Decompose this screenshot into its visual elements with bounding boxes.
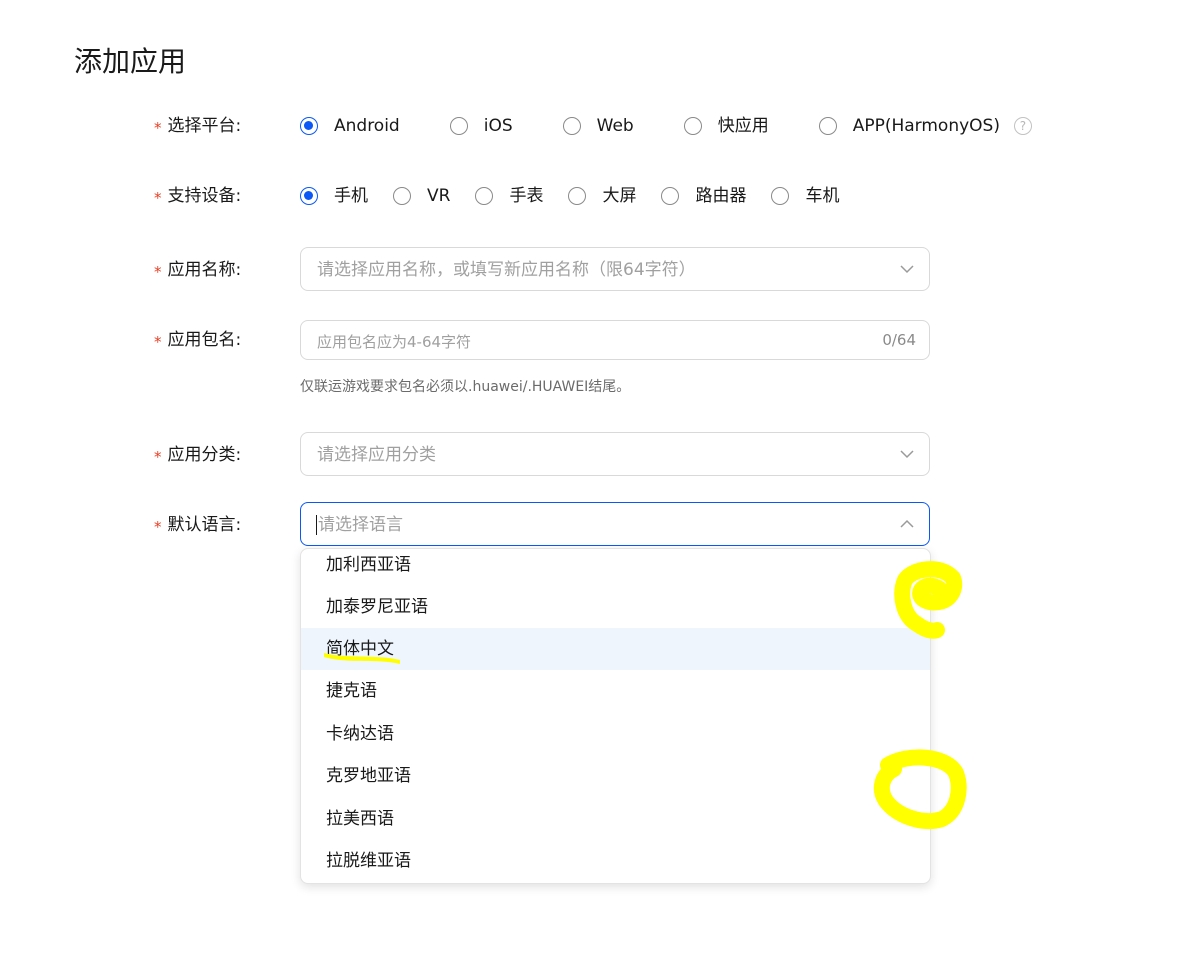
device-option-router[interactable]: 路由器: [661, 184, 746, 208]
language-option[interactable]: 拉美西语: [301, 798, 930, 840]
device-option-bigscreen[interactable]: 大屏: [568, 184, 636, 208]
platform-option-android[interactable]: Android: [300, 114, 400, 138]
device-option-label: 手表: [509, 186, 544, 206]
device-option-car[interactable]: 车机: [771, 184, 839, 208]
device-option-label: 车机: [805, 186, 840, 206]
language-option[interactable]: 加泰罗尼亚语: [301, 586, 930, 628]
package-name-label-text: 应用包名:: [167, 330, 242, 350]
device-option-vr[interactable]: VR: [393, 184, 450, 208]
radio-button[interactable]: [661, 187, 680, 205]
device-option-label: 手机: [334, 186, 368, 206]
app-name-label-text: 应用名称:: [167, 260, 242, 280]
device-label: * 支持设备:: [154, 184, 274, 208]
chevron-up-icon: [900, 519, 914, 528]
language-option[interactable]: 卡纳达语: [301, 713, 930, 755]
language-option[interactable]: 拉脱维亚语: [301, 840, 930, 882]
app-name-placeholder: 请选择应用名称，或填写新应用名称（限64字符）: [317, 260, 696, 280]
language-dropdown[interactable]: 加利西亚语 加泰罗尼亚语 简体中文 捷克语 卡纳达语 克罗地亚语 拉美西语 拉脱…: [300, 548, 931, 884]
platform-label: * 选择平台:: [154, 114, 274, 138]
radio-button[interactable]: [771, 187, 790, 205]
device-option-label: 路由器: [695, 186, 747, 206]
language-select[interactable]: 请选择语言: [300, 502, 930, 546]
platform-option-quickapp[interactable]: 快应用: [683, 114, 769, 138]
app-name-label: * 应用名称:: [154, 258, 274, 282]
radio-button-checked[interactable]: [300, 117, 318, 135]
radio-button[interactable]: [562, 117, 581, 135]
required-mark: *: [154, 119, 162, 137]
highlighter-circle-mark: [873, 749, 967, 829]
required-mark: *: [154, 448, 162, 466]
device-label-text: 支持设备:: [167, 186, 242, 206]
chevron-down-icon: [900, 265, 914, 274]
category-label: * 应用分类:: [154, 443, 274, 467]
device-option-label: VR: [427, 186, 451, 206]
platform-option-label: Web: [596, 116, 634, 136]
radio-button-checked[interactable]: [300, 187, 318, 205]
platform-option-harmonyos[interactable]: APP(HarmonyOS): [818, 114, 1000, 138]
platform-option-label: iOS: [483, 116, 513, 136]
char-counter: 0/64: [882, 331, 916, 349]
required-mark: *: [154, 189, 162, 207]
device-option-label: 大屏: [602, 186, 637, 206]
app-name-select[interactable]: 请选择应用名称，或填写新应用名称（限64字符）: [300, 247, 930, 291]
language-option[interactable]: 捷克语: [301, 670, 930, 712]
package-name-input[interactable]: 应用包名应为4-64字符 0/64: [300, 320, 930, 360]
device-radio-group: 手机 VR 手表 大屏 路由器 车机: [300, 184, 839, 208]
package-name-placeholder: 应用包名应为4-64字符: [317, 333, 472, 351]
platform-option-label: Android: [334, 116, 400, 136]
radio-button[interactable]: [568, 187, 587, 205]
required-mark: *: [154, 518, 162, 536]
platform-option-label: 快应用: [717, 116, 769, 136]
radio-button[interactable]: [818, 117, 837, 135]
required-mark: *: [154, 333, 162, 351]
language-label-text: 默认语言:: [167, 515, 242, 535]
platform-option-label: APP(HarmonyOS): [852, 116, 1000, 136]
highlighter-scribble-mark: [894, 561, 963, 639]
platform-radio-group: Android iOS Web 快应用 APP(HarmonyOS) ?: [300, 114, 1032, 138]
language-option[interactable]: 加利西亚语: [301, 549, 930, 586]
required-mark: *: [154, 263, 162, 281]
platform-label-text: 选择平台:: [167, 116, 242, 136]
text-cursor: [316, 515, 317, 535]
page-title: 添加应用: [74, 45, 187, 78]
language-option[interactable]: 克罗地亚语: [301, 755, 930, 797]
radio-button[interactable]: [683, 117, 702, 135]
language-label: * 默认语言:: [154, 513, 274, 537]
category-label-text: 应用分类:: [167, 445, 242, 465]
help-icon[interactable]: ?: [1013, 117, 1032, 135]
category-select[interactable]: 请选择应用分类: [300, 432, 930, 476]
device-option-phone[interactable]: 手机: [300, 184, 368, 208]
category-placeholder: 请选择应用分类: [317, 445, 436, 465]
language-placeholder: 请选择语言: [318, 515, 403, 535]
package-name-label: * 应用包名:: [154, 328, 274, 352]
radio-button[interactable]: [449, 117, 468, 135]
highlighter-underline-mark: [324, 653, 400, 664]
radio-button[interactable]: [475, 187, 494, 205]
chevron-down-icon: [900, 450, 914, 459]
platform-option-web[interactable]: Web: [562, 114, 634, 138]
platform-option-ios[interactable]: iOS: [449, 114, 513, 138]
radio-button[interactable]: [393, 187, 411, 205]
package-name-hint: 仅联运游戏要求包名必须以.huawei/.HUAWEI结尾。: [300, 379, 631, 395]
device-option-watch[interactable]: 手表: [475, 184, 543, 208]
